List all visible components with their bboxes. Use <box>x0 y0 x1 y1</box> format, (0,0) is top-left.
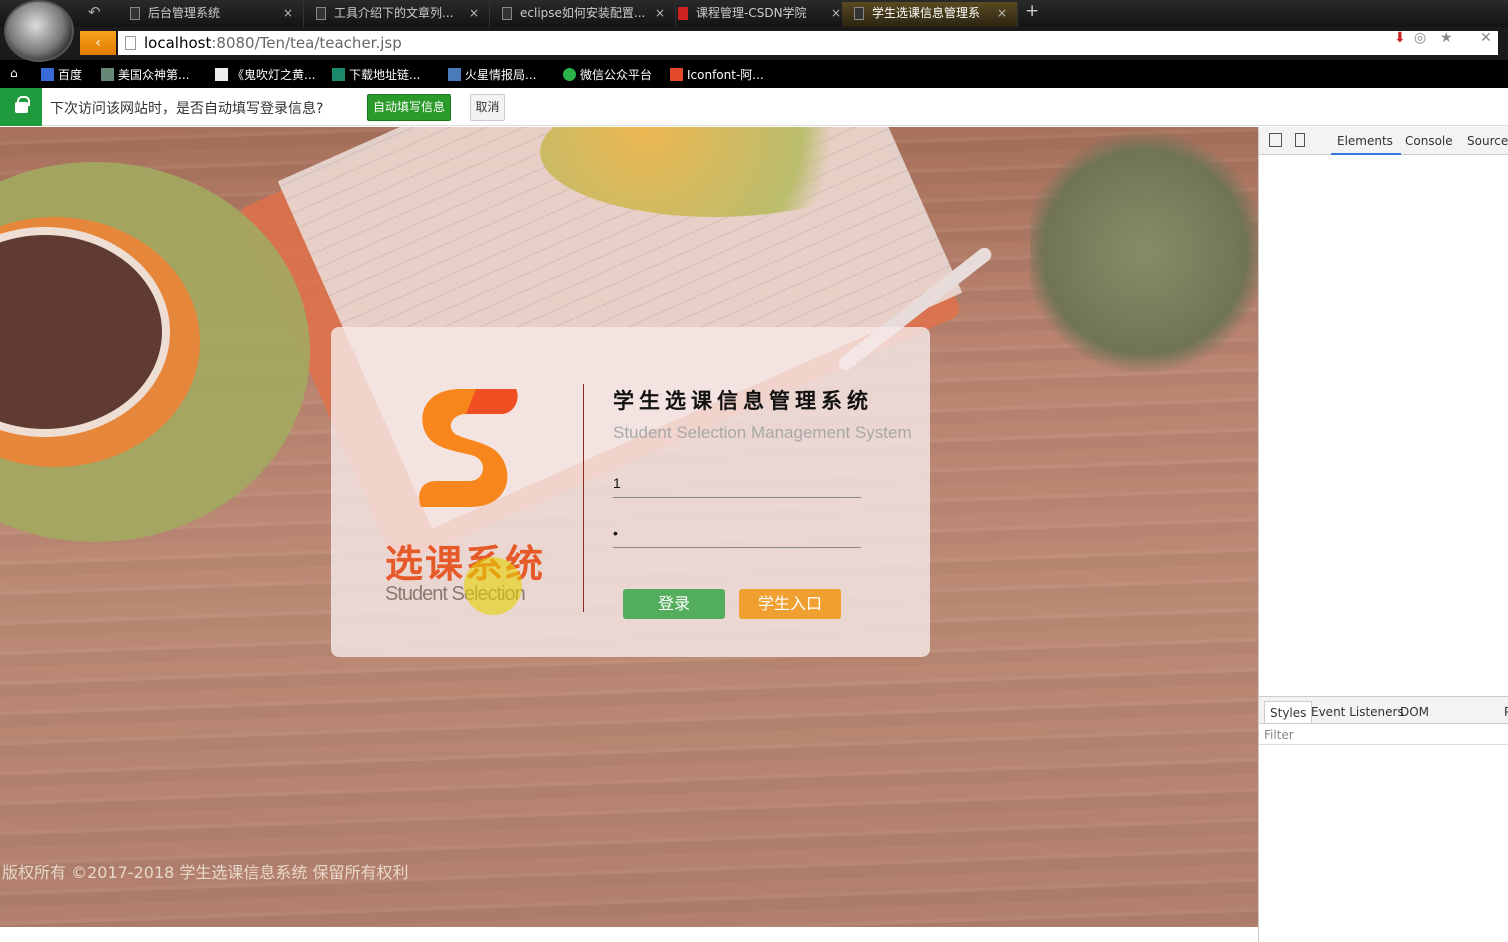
baidu-icon <box>41 68 54 81</box>
bookmark-item[interactable]: 美国众神第... <box>101 66 189 83</box>
tab-more[interactable]: P <box>1499 701 1508 725</box>
bookmark-item[interactable]: Iconfont-阿... <box>670 66 764 83</box>
iconfont-icon <box>670 68 683 81</box>
autofill-button[interactable]: 自动填写信息 <box>367 94 451 121</box>
footer-copyright: 版权所有 ©2017-2018 学生选课信息系统 保留所有权利 <box>2 863 409 882</box>
tab-3[interactable]: eclipse如何安装配置... × <box>490 2 676 27</box>
download-icon[interactable]: ⬇ <box>1394 30 1406 46</box>
tab-bar: ↶ 后台管理系统 × 工具介绍下的文章列... × eclipse如何安装配置...… <box>0 0 1508 27</box>
page-icon <box>130 7 140 20</box>
device-icon[interactable] <box>1295 133 1305 147</box>
browser-logo[interactable] <box>4 0 74 62</box>
url-host: localhost <box>144 34 212 52</box>
bookmarks-bar: ⌂ 百度 美国众神第... 《鬼吹灯之黄... 下载地址链... 火星情报局..… <box>0 60 1508 88</box>
page-content: 选课系统 Student Selection 学生选课信息管理系统 Studen… <box>0 127 1258 927</box>
tab-label: 课程管理-CSDN学院 <box>696 6 807 20</box>
tab-elements[interactable]: Elements <box>1331 134 1401 155</box>
student-entry-button[interactable]: 学生入口 <box>739 589 841 619</box>
page-icon <box>502 7 512 20</box>
divider <box>583 384 584 612</box>
wechat-icon <box>563 68 576 81</box>
login-card: 选课系统 Student Selection 学生选课信息管理系统 Studen… <box>331 327 930 657</box>
page-subtitle: Student Selection Management System <box>613 423 912 442</box>
tab-sources[interactable]: Sources <box>1467 134 1508 148</box>
page-icon <box>215 68 228 81</box>
close-icon[interactable]: × <box>283 2 293 25</box>
page-icon <box>316 7 326 20</box>
tab-5-active[interactable]: 学生选课信息管理系 × <box>842 2 1018 27</box>
link-icon <box>332 68 345 81</box>
bookmark-label: Iconfont-阿... <box>687 68 764 82</box>
tab-label: 后台管理系统 <box>148 6 221 20</box>
bookmark-label: 下载地址链... <box>349 68 421 82</box>
filter-input[interactable]: Filter <box>1259 723 1508 745</box>
password-input[interactable] <box>613 518 861 548</box>
cursor-highlight <box>464 557 522 615</box>
page-title: 学生选课信息管理系统 <box>613 389 873 413</box>
login-button[interactable]: 登录 <box>623 589 725 619</box>
bookmark-item[interactable]: 《鬼吹灯之黄... <box>215 66 315 83</box>
tab-label: eclipse如何安装配置... <box>520 6 646 20</box>
s-logo-icon <box>419 389 518 507</box>
bookmark-item[interactable]: 百度 <box>41 66 82 83</box>
page-icon <box>854 7 864 20</box>
bookmark-label: 美国众神第... <box>118 68 190 82</box>
bookmark-item[interactable]: 火星情报局... <box>448 66 536 83</box>
tab-dom-breakpoints[interactable]: DOM Breakpoints <box>1395 701 1508 741</box>
film-icon <box>101 68 114 81</box>
close-icon[interactable]: × <box>469 2 479 25</box>
tab-console[interactable]: Console <box>1405 134 1453 148</box>
close-icon[interactable]: × <box>997 2 1007 25</box>
lock-icon <box>0 88 42 126</box>
password-bar-message: 下次访问该网站时，是否自动填写登录信息? <box>50 101 324 117</box>
bookmark-item[interactable]: 微信公众平台 <box>563 66 652 83</box>
username-input[interactable] <box>613 468 861 498</box>
page-icon <box>125 36 136 50</box>
tab-label: 工具介绍下的文章列... <box>334 6 454 20</box>
bookmark-label: 火星情报局... <box>465 68 537 82</box>
tab-1[interactable]: 后台管理系统 × <box>118 2 304 27</box>
bookmark-label: 《鬼吹灯之黄... <box>232 68 316 82</box>
close-icon[interactable]: × <box>831 2 841 25</box>
new-tab-button[interactable]: + <box>1025 1 1039 21</box>
cancel-button[interactable]: 取消 <box>470 94 505 121</box>
tab-4[interactable]: 课程管理-CSDN学院 × <box>666 2 852 27</box>
devtools-toolbar: Elements Console Sources <box>1259 127 1508 155</box>
star-icon[interactable]: ★ <box>1440 30 1453 46</box>
tab-label: 学生选课信息管理系 <box>872 6 981 20</box>
compat-icon[interactable]: ◎ <box>1414 30 1426 46</box>
home-icon[interactable]: ⌂ <box>10 66 18 80</box>
csdn-icon <box>678 7 688 20</box>
close-icon[interactable]: × <box>655 2 665 25</box>
tab-event-listeners[interactable]: Event Listeners <box>1306 701 1409 725</box>
tv-icon <box>448 68 461 81</box>
bookmark-label: 百度 <box>58 68 83 82</box>
back-icon[interactable]: ↶ <box>88 3 101 21</box>
inspect-icon[interactable] <box>1269 133 1282 147</box>
styles-pane: Styles Event Listeners DOM Breakpoints P… <box>1259 696 1508 745</box>
save-password-bar: 下次访问该网站时，是否自动填写登录信息? 自动填写信息 取消 <box>0 88 1508 126</box>
url-input[interactable]: localhost:8080/Ten/tea/teacher.jsp <box>118 31 1498 55</box>
url-path: :8080/Ten/tea/teacher.jsp <box>211 34 402 52</box>
close-icon[interactable]: ✕ <box>1480 30 1492 46</box>
address-bar: ‹ localhost:8080/Ten/tea/teacher.jsp ⬇ ◎… <box>0 27 1508 60</box>
tab-2[interactable]: 工具介绍下的文章列... × <box>304 2 490 27</box>
devtools-panel: Elements Console Sources Styles Event Li… <box>1258 127 1508 942</box>
bookmark-label: 微信公众平台 <box>580 68 653 82</box>
back-button[interactable]: ‹ <box>80 31 116 55</box>
bookmark-item[interactable]: 下载地址链... <box>332 66 420 83</box>
